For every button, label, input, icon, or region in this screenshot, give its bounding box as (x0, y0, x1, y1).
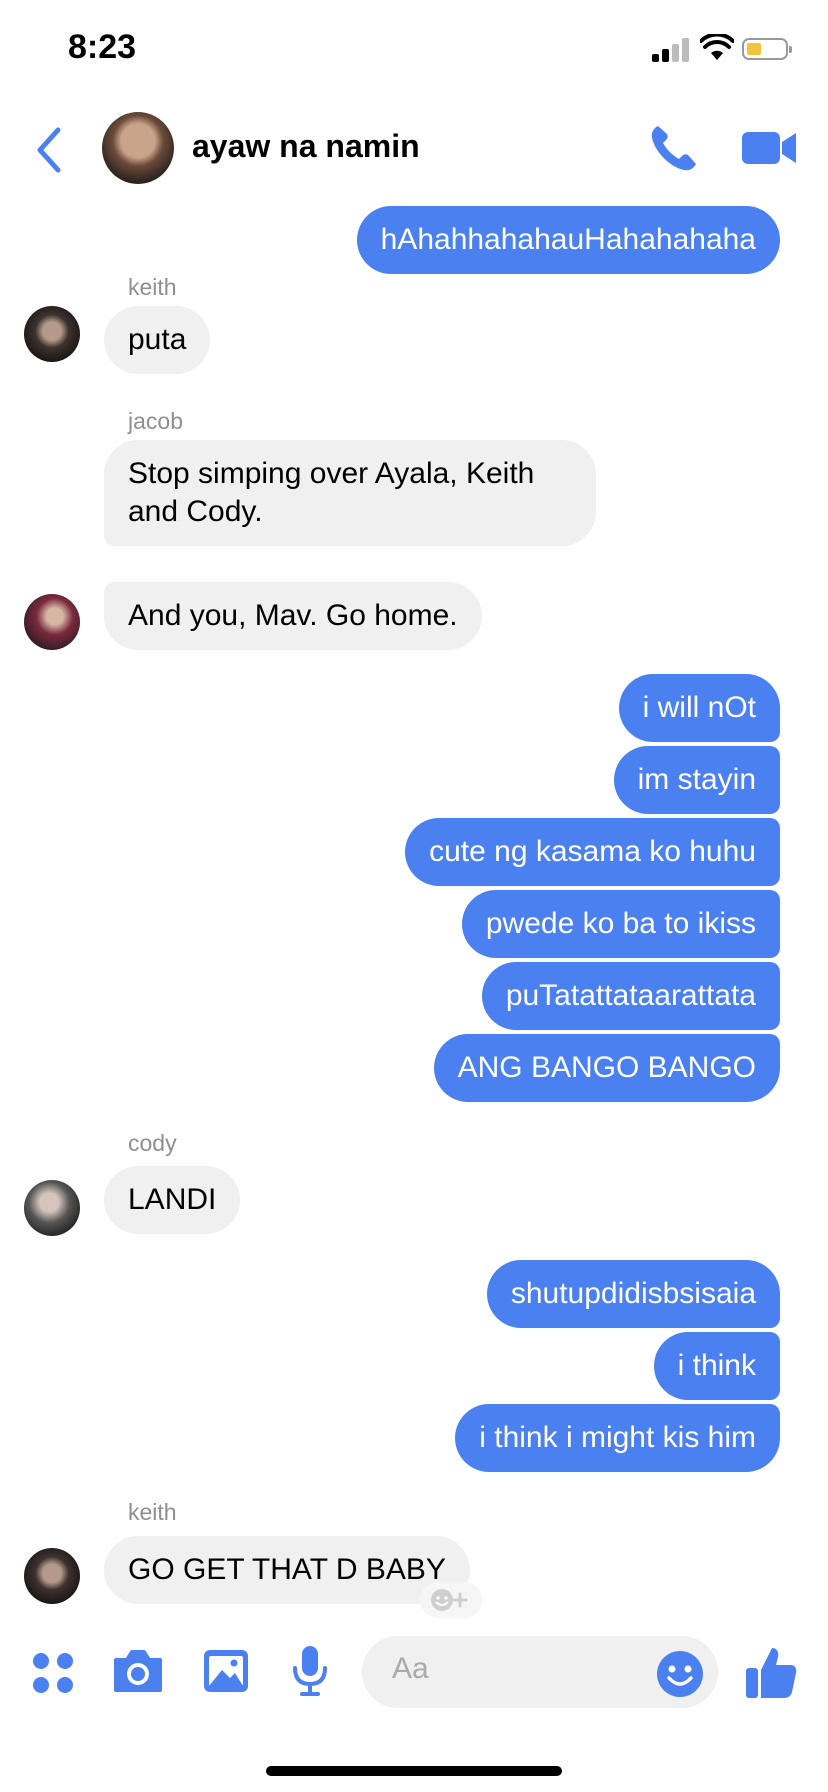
avatar[interactable] (24, 306, 80, 362)
video-icon[interactable] (742, 128, 798, 168)
emoji-icon[interactable] (656, 1650, 704, 1698)
message-incoming[interactable]: And you, Mav. Go home. (104, 582, 482, 650)
message-outgoing[interactable]: i will nOt (618, 674, 780, 742)
wifi-icon (700, 34, 734, 60)
sender-name: keith (128, 1499, 177, 1525)
message-outgoing[interactable]: puTatattataarattata (481, 962, 780, 1030)
message-incoming[interactable]: LANDI (104, 1166, 241, 1234)
group-avatar[interactable] (102, 112, 174, 184)
sender-name: cody (128, 1130, 177, 1156)
avatar[interactable] (24, 594, 80, 650)
message-input-placeholder: Aa (392, 1652, 429, 1685)
status-time: 8:23 (68, 28, 137, 66)
sender-name: jacob (128, 408, 183, 434)
conversation-title[interactable]: ayaw na namin (192, 128, 420, 165)
message-outgoing[interactable]: im stayin (613, 746, 780, 814)
message-outgoing[interactable]: i think (653, 1332, 780, 1400)
message-outgoing[interactable]: ANG BANGO BANGO (433, 1034, 780, 1102)
message-outgoing[interactable]: i think i might kis him (455, 1404, 780, 1472)
signal-icon (652, 38, 692, 62)
microphone-icon[interactable] (290, 1644, 330, 1698)
phone-icon[interactable] (648, 122, 700, 174)
back-icon[interactable] (28, 122, 72, 178)
message-incoming[interactable]: Stop simping over Ayala, Keith and Cody. (104, 440, 596, 546)
gallery-icon[interactable] (202, 1648, 250, 1694)
message-outgoing[interactable]: pwede ko ba to ikiss (461, 890, 780, 958)
home-indicator (266, 1766, 562, 1776)
status-bar: 8:23 (0, 0, 828, 100)
composer-bar: Aa (0, 1620, 828, 1740)
message-incoming[interactable]: GO GET THAT D BABY (104, 1536, 470, 1604)
avatar[interactable] (24, 1180, 80, 1236)
avatar[interactable] (24, 1548, 80, 1604)
message-outgoing[interactable]: shutupdidisbsisaia (486, 1260, 780, 1328)
apps-icon[interactable] (32, 1652, 74, 1694)
conversation-header: ayaw na namin (0, 100, 828, 200)
sender-name: keith (128, 274, 177, 300)
message-incoming[interactable]: puta (104, 306, 211, 374)
battery-icon (742, 38, 792, 60)
camera-icon[interactable] (112, 1648, 164, 1694)
add-reaction-button[interactable] (420, 1582, 482, 1618)
add-reaction-icon (431, 1589, 468, 1611)
like-icon[interactable] (744, 1644, 798, 1700)
message-outgoing[interactable]: cute ng kasama ko huhu (405, 818, 780, 886)
message-outgoing[interactable]: hAhahhahahauHahahahaha (356, 206, 780, 274)
